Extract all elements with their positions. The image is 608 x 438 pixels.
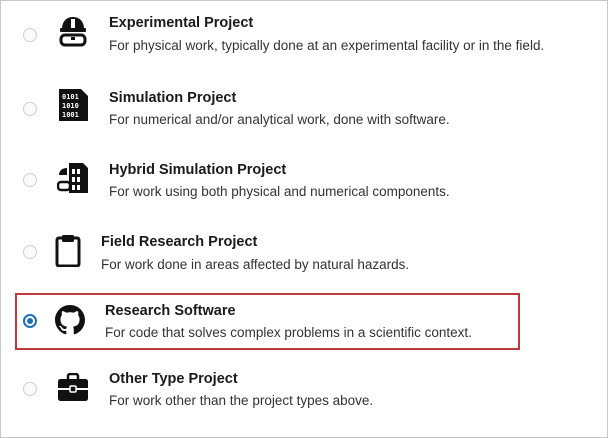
simulation-project-title: Simulation Project [109, 90, 237, 106]
simulation-project-description: For numerical and/or analytical work, do… [109, 112, 450, 127]
other-type-project-description: For work other than the project types ab… [109, 393, 374, 408]
option-experimental-project[interactable]: Experimental Project For physical work, … [1, 5, 607, 71]
hybrid-simulation-project-description: For work using both physical and numeric… [109, 184, 450, 199]
clipboard-icon [53, 233, 83, 267]
binary-code-icon: 0101 1010 1001 [57, 88, 89, 122]
field-research-project-radio[interactable] [23, 245, 37, 259]
svg-text:1001: 1001 [62, 111, 79, 119]
hybrid-simulation-project-radio[interactable] [23, 173, 37, 187]
other-type-project-title: Other Type Project [109, 371, 238, 387]
option-other-type-project[interactable]: Other Type Project For work other than t… [1, 361, 607, 427]
experimental-project-radio[interactable] [23, 28, 37, 42]
selected-option-highlight [15, 293, 520, 350]
svg-text:1010: 1010 [62, 102, 79, 110]
simulation-project-radio[interactable] [23, 102, 37, 116]
other-type-project-radio[interactable] [23, 382, 37, 396]
project-type-selector: Experimental Project For physical work, … [0, 0, 608, 438]
field-research-project-title: Field Research Project [101, 234, 258, 250]
briefcase-icon [57, 373, 89, 403]
svg-text:0101: 0101 [62, 93, 79, 101]
option-simulation-project[interactable]: 0101 1010 1001 Simulation Project For nu… [1, 79, 607, 145]
hybrid-simulation-project-title: Hybrid Simulation Project [109, 162, 287, 178]
experimental-project-title: Experimental Project [109, 15, 254, 31]
option-field-research-project[interactable]: Field Research Project For work done in … [1, 223, 607, 289]
hard-hat-goggles-icon [57, 15, 89, 49]
field-research-project-description: For work done in areas affected by natur… [101, 257, 410, 272]
option-hybrid-simulation-project[interactable]: Hybrid Simulation Project For work using… [1, 151, 607, 217]
hybrid-simulation-icon [57, 161, 89, 195]
experimental-project-description: For physical work, typically done at an … [109, 38, 545, 53]
